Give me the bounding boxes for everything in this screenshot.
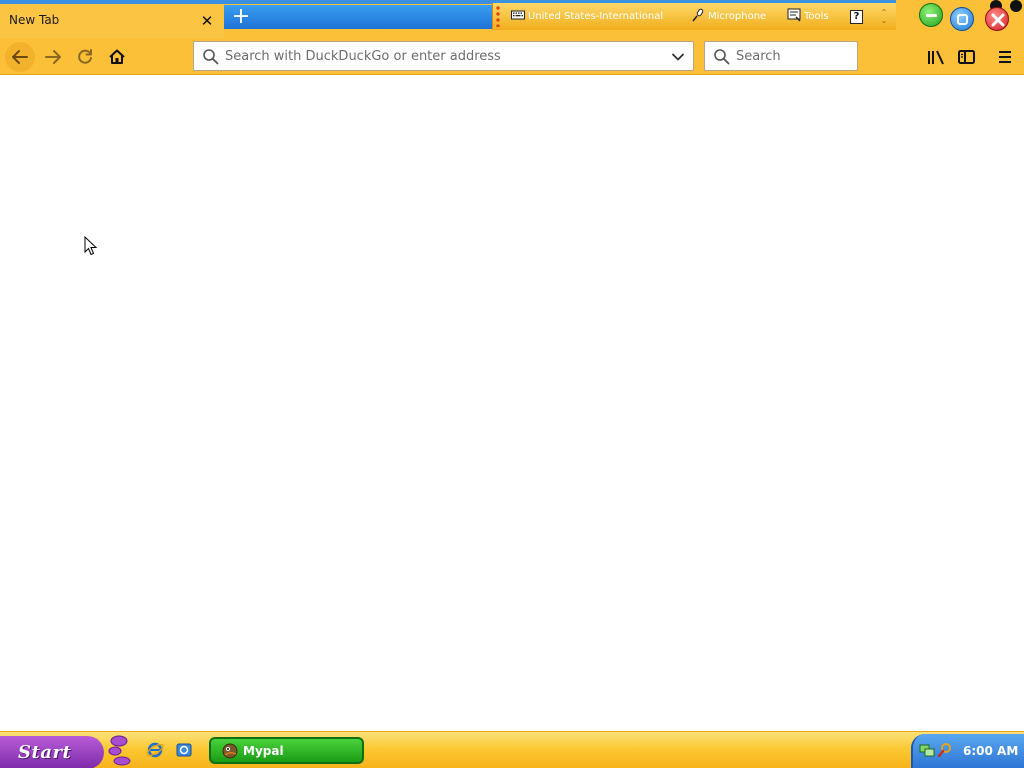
sidebar-icon: [958, 50, 975, 64]
tools-icon: [787, 8, 801, 22]
search-icon: [714, 49, 730, 65]
keyboard-layout-button[interactable]: United States-International: [511, 8, 663, 26]
minimize-button[interactable]: [919, 3, 943, 27]
taskbar-item-label: Mypal: [243, 744, 284, 758]
page-content[interactable]: [0, 76, 1024, 731]
window-controls: [896, 0, 1024, 38]
internet-explorer-icon[interactable]: [146, 741, 164, 759]
hamburger-menu-icon: [999, 51, 1011, 63]
language-bar: United States-International Microphone T…: [492, 3, 896, 30]
minimize-icon: [926, 14, 937, 17]
tab-new-tab[interactable]: New Tab ✕: [0, 4, 224, 38]
search-input[interactable]: [736, 47, 851, 65]
taskbar: Start Mypal 6:00 AM: [0, 731, 1024, 768]
tab-title: New Tab: [9, 13, 60, 27]
sidebar-button[interactable]: [951, 42, 981, 72]
microphone-icon: [692, 8, 704, 22]
arrow-right-icon: [45, 50, 61, 64]
microphone-label: Microphone: [708, 11, 767, 22]
language-bar-options-icon[interactable]: ⌃ ⌄: [879, 9, 889, 27]
start-button[interactable]: Start: [0, 736, 104, 768]
navigation-toolbar: [0, 38, 1024, 75]
library-icon: [928, 50, 944, 65]
maximize-icon: [957, 14, 968, 25]
search-icon: [203, 49, 219, 65]
outlook-express-icon[interactable]: [175, 741, 193, 759]
keyboard-layout-label: United States-International: [528, 11, 664, 22]
help-button[interactable]: ?: [850, 10, 863, 24]
address-bar[interactable]: [193, 41, 694, 71]
reload-icon: [78, 49, 92, 64]
chevron-down-icon[interactable]: [671, 50, 685, 64]
forward-button[interactable]: [38, 42, 68, 72]
mypal-icon: [222, 743, 238, 759]
tab-strip-empty-area: [224, 5, 492, 29]
search-bar[interactable]: [704, 41, 858, 71]
tools-label: Tools: [804, 11, 829, 22]
start-decoration-icon: [108, 735, 131, 766]
system-clock[interactable]: 6:00 AM: [963, 744, 1018, 758]
main-menu-button[interactable]: [990, 42, 1020, 72]
tab-close-icon[interactable]: ✕: [198, 12, 216, 30]
mouse-cursor-icon: [84, 236, 98, 256]
language-bar-grip[interactable]: [496, 5, 500, 27]
library-button[interactable]: [920, 42, 950, 72]
taskbar-item-mypal[interactable]: Mypal: [209, 737, 364, 764]
microphone-button[interactable]: Microphone: [691, 8, 766, 26]
home-icon: [109, 49, 125, 64]
maximize-button[interactable]: [950, 7, 974, 31]
home-button[interactable]: [102, 42, 132, 72]
new-tab-button[interactable]: +: [229, 5, 253, 29]
close-icon: [991, 13, 1005, 27]
address-input[interactable]: [225, 47, 665, 65]
network-icon[interactable]: [919, 742, 935, 758]
magnifier-tray-icon[interactable]: [937, 742, 953, 758]
system-tray: 6:00 AM: [911, 734, 1024, 768]
tools-button[interactable]: Tools: [787, 8, 829, 26]
keyboard-icon: [511, 10, 525, 20]
arrow-left-icon: [12, 50, 28, 64]
back-button[interactable]: [5, 42, 35, 72]
close-button[interactable]: [985, 7, 1009, 31]
reload-button[interactable]: [70, 42, 100, 72]
tab-strip: New Tab ✕ + United States-International …: [0, 0, 1024, 38]
